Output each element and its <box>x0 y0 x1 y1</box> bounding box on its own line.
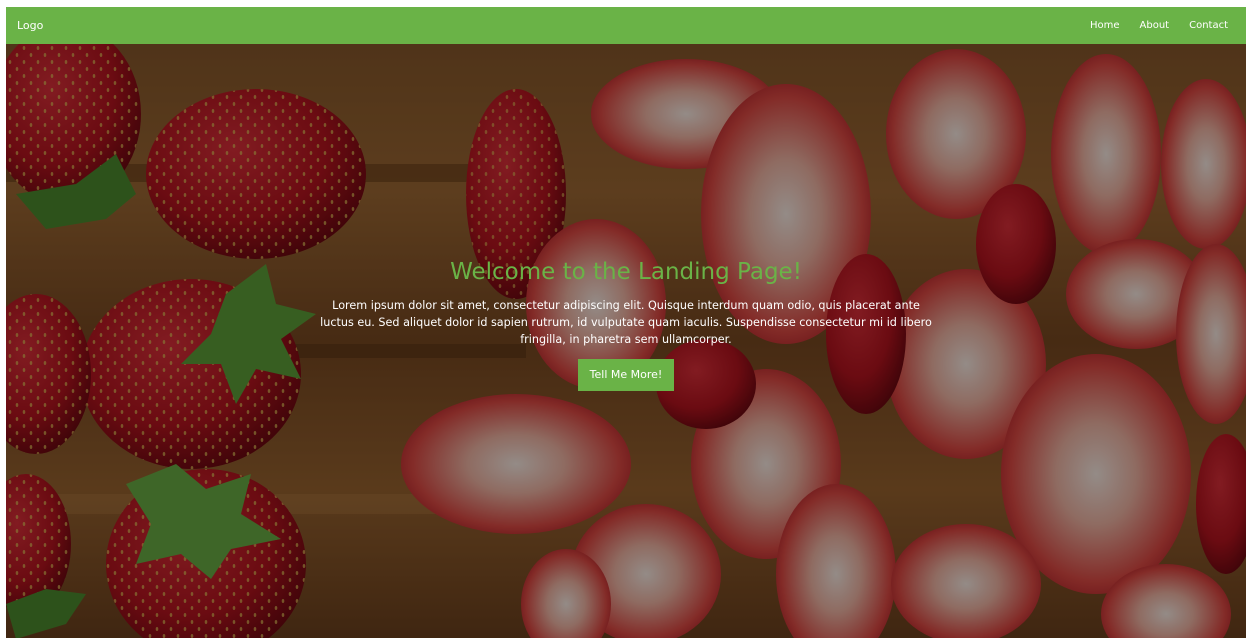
hero-section: Welcome to the Landing Page! Lorem ipsum… <box>6 44 1246 638</box>
nav-links: Home About Contact <box>1090 20 1228 31</box>
nav-link-contact[interactable]: Contact <box>1189 20 1228 31</box>
page-frame: Logo Home About Contact Welcome to the L… <box>6 7 1246 638</box>
tell-me-more-button[interactable]: Tell Me More! <box>577 359 675 391</box>
hero-content: Welcome to the Landing Page! Lorem ipsum… <box>316 257 936 391</box>
hero-title: Welcome to the Landing Page! <box>450 259 802 285</box>
navbar: Logo Home About Contact <box>6 7 1246 44</box>
logo-link[interactable]: Logo <box>17 19 43 32</box>
nav-link-home[interactable]: Home <box>1090 20 1120 31</box>
hero-description: Lorem ipsum dolor sit amet, consectetur … <box>320 299 932 346</box>
nav-link-about[interactable]: About <box>1140 20 1170 31</box>
